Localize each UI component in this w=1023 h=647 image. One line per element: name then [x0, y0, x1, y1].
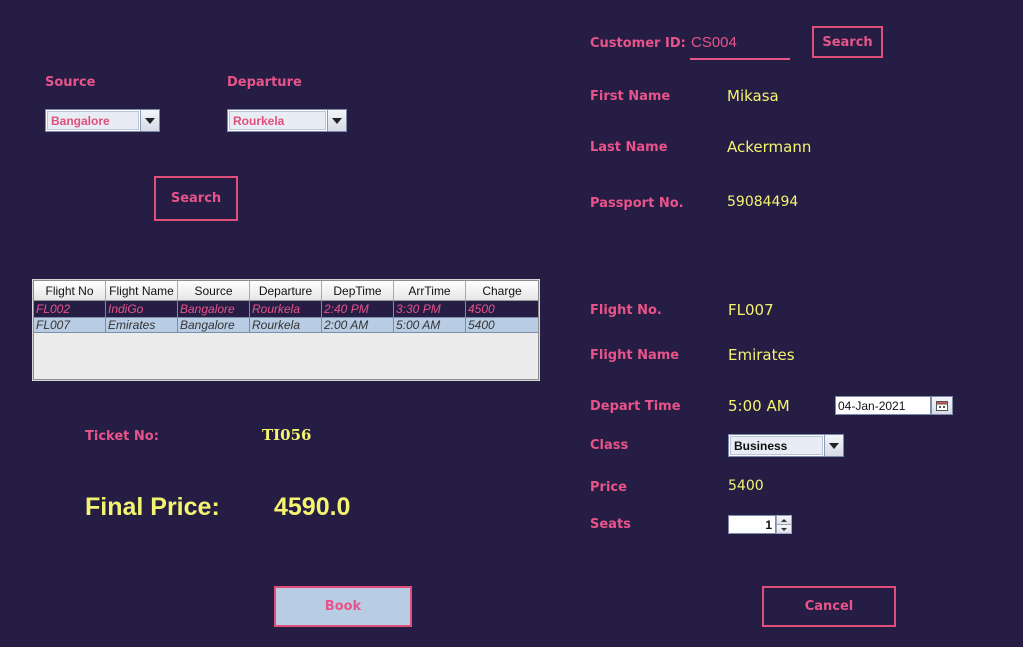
source-select[interactable]: Bangalore [45, 109, 160, 132]
class-select-value: Business [730, 436, 823, 455]
final-price-value: 4590.0 [274, 493, 351, 521]
source-select-value: Bangalore [47, 111, 139, 130]
table-cell: 5:00 AM [394, 318, 466, 332]
book-button[interactable]: Book [274, 586, 412, 627]
table-cell: Bangalore [178, 301, 250, 317]
departure-label: Departure [227, 75, 302, 90]
flights-table[interactable]: Flight No Flight Name Source Departure D… [32, 279, 540, 381]
table-row-selected[interactable]: FL007 Emirates Bangalore Rourkela 2:00 A… [34, 317, 538, 333]
flight-name-label: Flight Name [590, 348, 680, 363]
column-header[interactable]: Departure [250, 281, 322, 300]
first-name-label: First Name [590, 89, 671, 104]
customer-id-label: Customer ID: [590, 36, 686, 51]
spinner-down-icon[interactable] [776, 524, 792, 534]
table-cell: 2:40 PM [322, 301, 394, 317]
table-cell: Rourkela [250, 301, 322, 317]
flight-name-value: Emirates [728, 346, 795, 364]
table-cell: FL007 [34, 318, 106, 332]
column-header[interactable]: Flight No [34, 281, 106, 300]
flight-no-value: FL007 [728, 301, 774, 319]
date-field[interactable]: 04-Jan-2021 [835, 396, 931, 415]
table-cell: Rourkela [250, 318, 322, 332]
price-value: 5400 [728, 478, 764, 494]
departure-select-value: Rourkela [229, 111, 326, 130]
class-label: Class [590, 438, 629, 453]
table-cell: Emirates [106, 318, 178, 332]
last-name-label: Last Name [590, 140, 668, 155]
column-header[interactable]: Source [178, 281, 250, 300]
final-price-label: Final Price: [85, 493, 220, 521]
column-header[interactable]: Charge [466, 281, 538, 300]
passport-label: Passport No. [590, 196, 684, 211]
customer-id-input[interactable]: CS004 [690, 27, 790, 60]
depart-time-label: Depart Time [590, 399, 681, 414]
customer-search-button[interactable]: Search [812, 26, 883, 58]
column-header[interactable]: Flight Name [106, 281, 178, 300]
chevron-down-icon[interactable] [824, 435, 843, 456]
depart-time-value: 5:00 AM [728, 397, 790, 415]
seats-label: Seats [590, 517, 631, 532]
column-header[interactable]: ArrTime [394, 281, 466, 300]
flight-search-button[interactable]: Search [154, 176, 238, 221]
price-label: Price [590, 480, 627, 495]
departure-select[interactable]: Rourkela [227, 109, 347, 132]
table-cell: 3:30 PM [394, 301, 466, 317]
column-header[interactable]: DepTime [322, 281, 394, 300]
ticket-no-label: Ticket No: [85, 429, 159, 444]
table-cell: 4500 [468, 302, 495, 316]
ticket-no-value: TI056 [262, 426, 312, 444]
last-name-value: Ackermann [727, 138, 812, 156]
table-cell: 2:00 AM [322, 318, 394, 332]
source-label: Source [45, 75, 96, 90]
table-cell: Bangalore [178, 318, 250, 332]
calendar-icon[interactable] [931, 396, 953, 415]
table-cell: 5400 [468, 318, 495, 332]
chevron-down-icon[interactable] [327, 110, 346, 131]
table-cell: IndiGo [106, 301, 178, 317]
seats-spinner-input[interactable]: 1 [728, 515, 776, 534]
first-name-value: Mikasa [727, 87, 779, 105]
table-header: Flight No Flight Name Source Departure D… [34, 281, 538, 301]
flight-no-label: Flight No. [590, 303, 662, 318]
table-cell: FL002 [34, 301, 106, 317]
class-select[interactable]: Business [728, 434, 844, 457]
cancel-button[interactable]: Cancel [762, 586, 896, 627]
passport-value: 59084494 [727, 194, 799, 210]
table-row[interactable]: FL002 IndiGo Bangalore Rourkela 2:40 PM … [34, 301, 538, 317]
chevron-down-icon[interactable] [140, 110, 159, 131]
